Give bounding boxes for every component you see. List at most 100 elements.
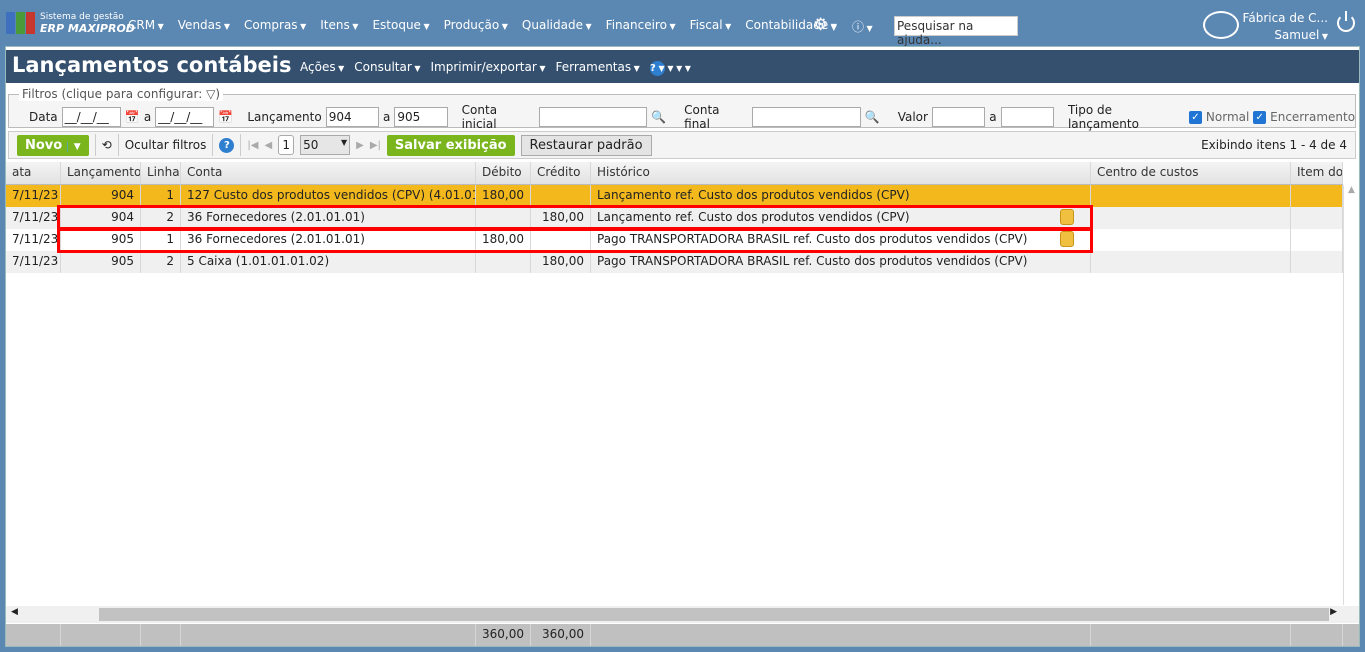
help-icon[interactable]: ⓘ ▼	[852, 18, 873, 35]
tipo-label: Tipo de lançamento	[1067, 103, 1139, 131]
power-icon[interactable]	[1337, 11, 1355, 32]
date-to-input[interactable]: __/__/__	[155, 107, 215, 127]
cell-centro-custos	[1091, 185, 1291, 207]
valor-label: Valor	[897, 110, 928, 124]
cell-conta: 127 Custo dos produtos vendidos (CPV) (4…	[181, 185, 476, 207]
cell-centro-custos	[1091, 229, 1291, 251]
salvar-exibicao-button[interactable]: Salvar exibição	[386, 134, 515, 156]
to-label: a	[989, 110, 997, 124]
conta-inicial-input[interactable]	[538, 107, 648, 127]
search-icon[interactable]: 🔍	[865, 110, 880, 124]
col-credito[interactable]: Crédito	[531, 162, 591, 184]
lancamento-from-input[interactable]: 904	[325, 107, 379, 127]
first-page-icon[interactable]: |◀	[247, 140, 258, 151]
totals-row: 360,00 360,00	[6, 624, 1359, 646]
menu-consultar[interactable]: Consultar	[354, 60, 420, 76]
filter-icon[interactable]: ▽	[206, 87, 215, 101]
col-debito[interactable]: Débito	[476, 162, 531, 184]
cell-debito: 180,00	[476, 185, 531, 207]
normal-checkbox[interactable]: ✓	[1189, 110, 1202, 124]
lancamento-to-input[interactable]: 905	[394, 107, 448, 127]
ocultar-filtros-button[interactable]: Ocultar filtros	[125, 138, 207, 152]
to-label: a	[383, 110, 391, 124]
menu-qualidade[interactable]: Qualidade	[522, 18, 592, 32]
menu-estoque[interactable]: Estoque	[372, 18, 429, 32]
help-icon[interactable]: ?	[649, 61, 665, 76]
help-search-input[interactable]: Pesquisar na ajuda...	[894, 16, 1018, 47]
last-page-icon[interactable]: ▶|	[370, 140, 381, 151]
menu-producao[interactable]: Produção	[444, 18, 508, 32]
cell-data: 7/11/23	[6, 229, 61, 251]
menu-imprimir[interactable]: Imprimir/exportar	[431, 60, 546, 76]
data-label: Data	[29, 110, 58, 124]
per-page-select[interactable]: 50 ▼	[300, 135, 351, 155]
valor-to-input[interactable]	[1000, 107, 1054, 127]
date-from-input[interactable]: __/__/__	[61, 107, 121, 127]
company-name[interactable]: Fábrica de C...	[1240, 11, 1328, 26]
menu-itens[interactable]: Itens	[320, 18, 358, 32]
next-page-icon[interactable]: ▶	[356, 140, 364, 151]
refresh-icon[interactable]: ⟲	[102, 138, 112, 152]
menu-compras[interactable]: Compras	[244, 18, 306, 32]
cell-centro-custos	[1091, 251, 1291, 273]
cell-data: 7/11/23	[6, 207, 61, 229]
cell-lancamento: 905	[61, 251, 141, 273]
gear-icon[interactable]: ⚙ ▼	[813, 15, 837, 35]
prev-page-icon[interactable]: ◀	[264, 140, 272, 151]
valor-from-input[interactable]	[931, 107, 986, 127]
col-data[interactable]: ata	[6, 162, 61, 184]
vertical-scrollbar[interactable]: ▲	[1343, 185, 1359, 605]
menu-acoes[interactable]: Ações	[300, 60, 344, 76]
novo-button[interactable]: Novo ▼	[17, 134, 89, 156]
menu-crm[interactable]: CRM	[128, 18, 164, 32]
toolbar: Novo ▼ ⟲ Ocultar filtros ? |◀ ◀ 1 50 ▼ ▶…	[8, 131, 1356, 159]
col-item[interactable]: Item do	[1291, 162, 1343, 184]
cell-item	[1291, 229, 1343, 251]
menu-vendas[interactable]: Vendas	[178, 18, 230, 32]
col-lancamento[interactable]: Lançamento	[61, 162, 141, 184]
col-linha[interactable]: Linha	[141, 162, 181, 184]
chat-icon[interactable]	[1203, 11, 1239, 39]
encerramento-label: Encerramento	[1270, 110, 1356, 124]
col-conta[interactable]: Conta	[181, 162, 476, 184]
cell-lancamento: 904	[61, 185, 141, 207]
brand[interactable]: Sistema de gestão ERP MAXIPROD	[40, 12, 135, 36]
page-input[interactable]: 1	[278, 135, 295, 155]
per-page-value: 50	[303, 138, 319, 152]
calendar-icon[interactable]: 📅	[125, 110, 140, 124]
entries-table: ata Lançamento Linha Conta Débito Crédit…	[6, 162, 1359, 647]
chevron-down-icon: ▼	[1319, 32, 1328, 41]
menu-fiscal[interactable]: Fiscal	[690, 18, 732, 32]
cell-debito	[476, 251, 531, 273]
lancamento-label: Lançamento	[247, 110, 322, 124]
items-info: Exibindo itens 1 - 4 de 4	[1201, 138, 1347, 152]
total-credito: 360,00	[531, 624, 591, 646]
col-centro-custos[interactable]: Centro de custos	[1091, 162, 1291, 184]
scroll-thumb[interactable]	[99, 608, 1329, 621]
conta-final-input[interactable]	[752, 107, 861, 127]
highlight-box	[57, 228, 1093, 253]
cell-item	[1291, 207, 1343, 229]
cell-item	[1291, 185, 1343, 207]
total-debito: 360,00	[476, 624, 531, 646]
user-menu[interactable]: Samuel ▼	[1240, 28, 1328, 44]
cell-credito	[531, 185, 591, 207]
col-historico[interactable]: Histórico	[591, 162, 1091, 184]
table-row[interactable]: 7/11/23 905 2 5 Caixa (1.01.01.01.02) 180,00…	[6, 251, 1343, 273]
cell-item	[1291, 251, 1343, 273]
cell-historico: Lançamento ref. Custo dos produtos vendi…	[591, 185, 1091, 207]
main-panel: Lançamentos contábeis Ações Consultar Im…	[5, 46, 1360, 647]
table-row[interactable]: 7/11/23 904 1 127 Custo dos produtos vendid…	[6, 185, 1343, 207]
help-icon[interactable]: ?	[219, 137, 235, 153]
novo-label: Novo	[25, 137, 63, 153]
horizontal-scrollbar[interactable]: ◀ ▶	[6, 606, 1359, 623]
top-navbar: Sistema de gestãoERP MAXIPROD CRM Vendas…	[0, 0, 1365, 47]
restaurar-padrao-button[interactable]: Restaurar padrão	[520, 134, 652, 156]
search-icon[interactable]: 🔍	[651, 110, 666, 124]
calendar-icon[interactable]: 📅	[218, 110, 233, 124]
filters-legend[interactable]: Filtros (clique para configurar: ▽)	[19, 87, 224, 101]
menu-financeiro[interactable]: Financeiro	[606, 18, 676, 32]
menu-ferramentas[interactable]: Ferramentas	[555, 60, 639, 76]
filters-panel: Filtros (clique para configurar: ▽) Data…	[8, 87, 1356, 131]
encerramento-checkbox[interactable]: ✓	[1253, 110, 1267, 124]
